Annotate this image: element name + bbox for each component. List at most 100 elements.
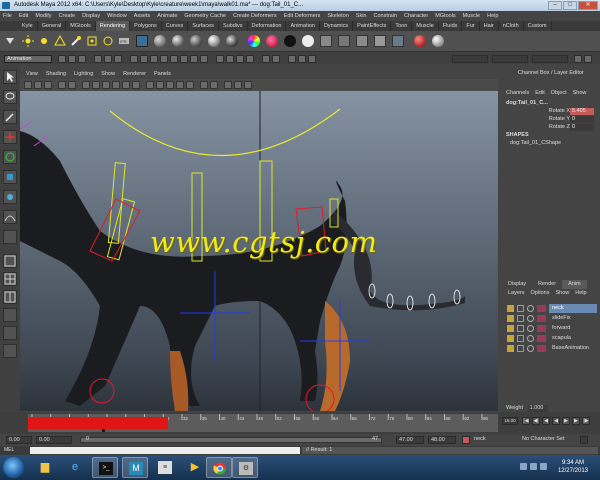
shelf-tab-ncloth[interactable]: nCloth (499, 21, 524, 31)
current-anim-layer[interactable]: neck (472, 436, 498, 444)
layout-single-icon[interactable] (3, 254, 17, 268)
layer-playback-toggle[interactable] (517, 305, 524, 312)
menu-mgtools[interactable]: MGtools (435, 11, 455, 21)
xray-icon[interactable] (234, 81, 242, 89)
current-frame-field[interactable]: 16.00 (502, 417, 518, 425)
network-icon[interactable] (530, 463, 537, 470)
mask-surfaces-icon[interactable] (160, 55, 168, 63)
xray-joints-icon[interactable] (244, 81, 252, 89)
select-tool-icon[interactable] (3, 70, 17, 84)
menu-display[interactable]: Display (82, 11, 100, 21)
step-back-button[interactable]: ◀| (532, 417, 540, 425)
layer-playback-toggle[interactable] (517, 335, 524, 342)
y-field[interactable] (492, 55, 528, 63)
taskbar-media-player[interactable]: ▶ (182, 457, 208, 478)
z-field[interactable] (532, 55, 568, 63)
surface-shader-icon[interactable] (266, 35, 278, 47)
shelf-tab-fluids[interactable]: Fluids (439, 21, 463, 31)
channel-value[interactable]: 0 (570, 124, 594, 131)
menu-edit[interactable]: Edit (535, 90, 544, 96)
layer-lock-icon[interactable] (527, 335, 534, 342)
tab-display[interactable]: Display (502, 280, 532, 289)
panel-menu-lighting[interactable]: Lighting (74, 70, 93, 79)
layer-color-swatch[interactable] (537, 345, 546, 352)
maximize-button[interactable]: □ (563, 1, 577, 10)
shelf-tab-painteffects[interactable]: PaintEffects (353, 21, 392, 31)
resolution-gate-icon[interactable] (92, 81, 100, 89)
menu-help[interactable]: Help (487, 11, 498, 21)
spot-light-icon[interactable] (54, 34, 66, 47)
menu-show[interactable]: Show (573, 90, 587, 96)
playback-end-field[interactable]: 47.00 (396, 436, 424, 444)
wireframe-on-shaded-icon[interactable] (166, 81, 174, 89)
menu-window[interactable]: Window (107, 11, 127, 21)
volume-light-icon[interactable] (102, 35, 114, 47)
anisotropic-shader-icon[interactable] (226, 35, 238, 47)
mask-rendering-icon[interactable] (190, 55, 198, 63)
open-scene-icon[interactable] (68, 55, 76, 63)
layer-lock-icon[interactable] (527, 305, 534, 312)
playback-start-field[interactable]: 0.00 (36, 436, 72, 444)
ambient-light-icon[interactable] (86, 35, 98, 47)
snap-point-icon[interactable] (236, 55, 244, 63)
perspective-viewport[interactable]: www.cgtsj.com (20, 91, 498, 411)
bookmark-icon[interactable] (44, 81, 52, 89)
tab-render[interactable]: Render (532, 280, 562, 289)
move-tool-icon[interactable] (3, 130, 17, 144)
film-gate-icon[interactable] (82, 81, 90, 89)
input-ops-icon[interactable] (272, 55, 280, 63)
menu-help[interactable]: Help (575, 289, 586, 298)
menu-animate[interactable]: Animate (157, 11, 177, 21)
end-time-field[interactable]: 48.00 (428, 436, 456, 444)
taskbar-explorer[interactable]: ▆ (32, 457, 58, 478)
point-light-icon[interactable] (38, 35, 50, 47)
menu-character[interactable]: Character (404, 11, 428, 21)
lasso-tool-icon[interactable] (3, 90, 17, 104)
sun-light-icon[interactable] (22, 35, 34, 47)
shelf-tab-fur[interactable]: Fur (462, 21, 480, 31)
play-backwards-button[interactable]: ◀ (552, 417, 560, 425)
menu-object[interactable]: Object (551, 90, 567, 96)
layer-color-swatch[interactable] (537, 335, 546, 342)
layer-lock-icon[interactable] (527, 315, 534, 322)
go-to-start-button[interactable]: |◀ (522, 417, 530, 425)
anim-layer-row[interactable]: slideFix (505, 314, 599, 323)
menu-assets[interactable]: Assets (134, 11, 151, 21)
layout-outliner-icon[interactable] (3, 308, 17, 322)
channel-value[interactable]: 0 (570, 116, 594, 123)
wireframe-icon[interactable] (146, 81, 154, 89)
layered-shader-icon[interactable] (302, 35, 314, 47)
shelf-tab-kyle[interactable]: Kyle (18, 21, 38, 31)
menu-show[interactable]: Show (555, 289, 569, 298)
layout-graph-icon[interactable] (3, 326, 17, 340)
clock[interactable]: 9:34 AM 12/27/2013 (558, 459, 588, 475)
shape-name[interactable]: dog:Tail_01_CShape (510, 140, 561, 146)
layer-lock-icon[interactable] (527, 325, 534, 332)
shelf-tab-muscle[interactable]: Muscle (412, 21, 439, 31)
texture-icon[interactable] (320, 35, 332, 47)
panel-menu-panels[interactable]: Panels (154, 70, 171, 79)
taskbar-cmd[interactable]: >_ (92, 457, 118, 478)
lambert-shader-icon[interactable] (190, 35, 202, 47)
menu-options[interactable]: Options (531, 289, 550, 298)
shelf-tab-subdivs[interactable]: Subdivs (219, 21, 248, 31)
panel-menu-renderer[interactable]: Renderer (123, 70, 146, 79)
snap-grid-icon[interactable] (216, 55, 224, 63)
layer-playback-toggle[interactable] (517, 315, 524, 322)
panel-menu-show[interactable]: Show (101, 70, 115, 79)
shelf-tab-curves[interactable]: Curves (162, 21, 189, 31)
step-forward-button[interactable]: |▶ (582, 417, 590, 425)
character-set-menu[interactable]: No Character Set (520, 436, 578, 444)
layout-two-icon[interactable] (3, 290, 17, 304)
smooth-shade-icon[interactable] (156, 81, 164, 89)
channel-rotate-z[interactable]: Rotate Z 0 (506, 124, 598, 131)
layer-visibility-icon[interactable] (507, 325, 514, 332)
layout-four-icon[interactable] (3, 272, 17, 286)
mask-joints-icon[interactable] (140, 55, 148, 63)
anim-layer-icon[interactable] (462, 436, 470, 444)
select-component-icon[interactable] (114, 55, 122, 63)
mask-deformers-icon[interactable] (170, 55, 178, 63)
light-linking-icon[interactable] (432, 35, 444, 47)
shelf-tab-rendering[interactable]: Rendering (95, 21, 131, 31)
new-scene-icon[interactable] (58, 55, 66, 63)
